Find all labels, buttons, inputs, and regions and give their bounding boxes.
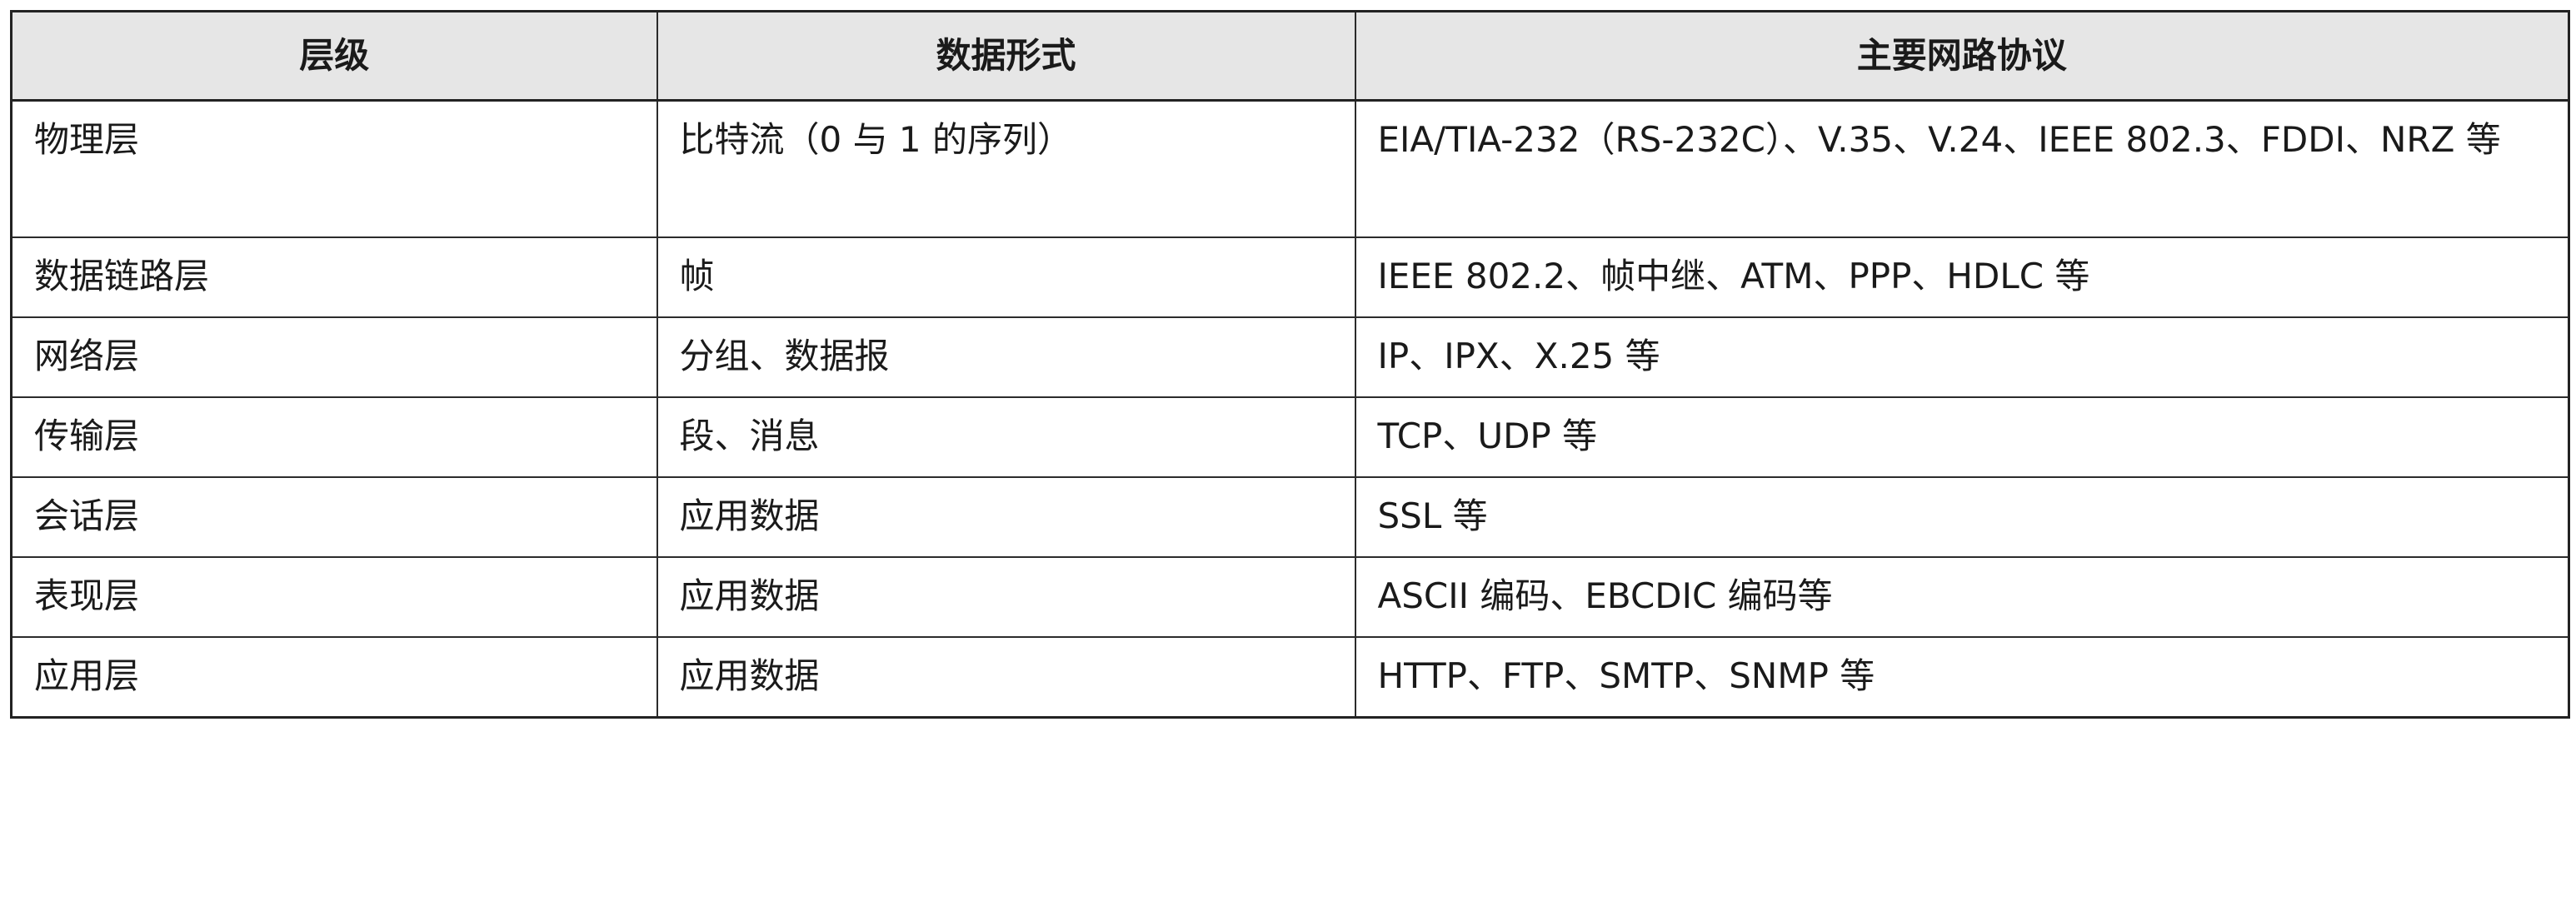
cell-protocols: IP、IPX、X.25 等 bbox=[1354, 316, 2570, 398]
cell-layer: 数据链路层 bbox=[10, 236, 658, 318]
osi-layer-table-container: 层级 数据形式 主要网路协议 物理层 比特流（0 与 1 的序列） EIA/TI… bbox=[10, 10, 2570, 719]
header-row: 层级 数据形式 主要网路协议 bbox=[10, 10, 2570, 102]
protocols-text: IEEE 802.2、帧中继、ATM、PPP、HDLC 等 bbox=[1377, 256, 2090, 296]
data-form-text: 分组、数据报 bbox=[679, 336, 890, 376]
layer-text: 传输层 bbox=[34, 416, 140, 456]
cell-data-form: 比特流（0 与 1 的序列） bbox=[656, 99, 1356, 238]
protocols-text: EIA/TIA-232（RS-232C）、V.35、V.24、IEEE 802.… bbox=[1377, 119, 2501, 160]
osi-layer-table: 层级 数据形式 主要网路协议 物理层 比特流（0 与 1 的序列） EIA/TI… bbox=[10, 10, 2570, 719]
protocols-text: ASCII 编码、EBCDIC 编码等 bbox=[1377, 575, 1833, 616]
data-form-text: 应用数据 bbox=[679, 495, 820, 536]
data-form-text: 段、消息 bbox=[679, 416, 820, 456]
cell-protocols: HTTP、FTP、SMTP、SNMP 等 bbox=[1354, 636, 2570, 719]
table-row: 网络层 分组、数据报 IP、IPX、X.25 等 bbox=[10, 316, 2570, 398]
cell-layer: 传输层 bbox=[10, 396, 658, 478]
cell-data-form: 帧 bbox=[656, 236, 1356, 318]
layer-text: 数据链路层 bbox=[34, 256, 210, 296]
cell-data-form: 应用数据 bbox=[656, 476, 1356, 558]
cell-data-form: 分组、数据报 bbox=[656, 316, 1356, 398]
protocols-text: HTTP、FTP、SMTP、SNMP 等 bbox=[1377, 655, 1875, 696]
table-row: 会话层 应用数据 SSL 等 bbox=[10, 476, 2570, 558]
layer-text: 表现层 bbox=[34, 575, 140, 616]
cell-layer: 应用层 bbox=[10, 636, 658, 719]
table-row: 传输层 段、消息 TCP、UDP 等 bbox=[10, 396, 2570, 478]
header-data-form: 数据形式 bbox=[656, 10, 1356, 102]
layer-text: 应用层 bbox=[34, 655, 140, 696]
cell-protocols: ASCII 编码、EBCDIC 编码等 bbox=[1354, 556, 2570, 638]
table-row: 物理层 比特流（0 与 1 的序列） EIA/TIA-232（RS-232C）、… bbox=[10, 99, 2570, 238]
cell-protocols: IEEE 802.2、帧中继、ATM、PPP、HDLC 等 bbox=[1354, 236, 2570, 318]
data-form-text: 帧 bbox=[679, 256, 715, 296]
header-layer: 层级 bbox=[10, 10, 658, 102]
protocols-text: IP、IPX、X.25 等 bbox=[1377, 336, 1660, 376]
protocols-text: SSL 等 bbox=[1377, 495, 1488, 536]
header-protocols: 主要网路协议 bbox=[1354, 10, 2570, 102]
cell-layer: 表现层 bbox=[10, 556, 658, 638]
table-header: 层级 数据形式 主要网路协议 bbox=[10, 10, 2570, 102]
data-form-text: 比特流（0 与 1 的序列） bbox=[679, 119, 1073, 160]
cell-data-form: 应用数据 bbox=[656, 556, 1356, 638]
table-row: 表现层 应用数据 ASCII 编码、EBCDIC 编码等 bbox=[10, 556, 2570, 638]
cell-protocols: EIA/TIA-232（RS-232C）、V.35、V.24、IEEE 802.… bbox=[1354, 99, 2570, 238]
table-row: 数据链路层 帧 IEEE 802.2、帧中继、ATM、PPP、HDLC 等 bbox=[10, 236, 2570, 318]
cell-protocols: SSL 等 bbox=[1354, 476, 2570, 558]
cell-layer: 会话层 bbox=[10, 476, 658, 558]
data-form-text: 应用数据 bbox=[679, 575, 820, 616]
layer-text: 会话层 bbox=[34, 495, 140, 536]
table-body: 物理层 比特流（0 与 1 的序列） EIA/TIA-232（RS-232C）、… bbox=[10, 99, 2570, 719]
protocols-text: TCP、UDP 等 bbox=[1377, 416, 1598, 456]
layer-text: 网络层 bbox=[34, 336, 140, 376]
cell-data-form: 应用数据 bbox=[656, 636, 1356, 719]
data-form-text: 应用数据 bbox=[679, 655, 820, 696]
layer-text: 物理层 bbox=[34, 119, 140, 160]
table-row: 应用层 应用数据 HTTP、FTP、SMTP、SNMP 等 bbox=[10, 636, 2570, 719]
cell-protocols: TCP、UDP 等 bbox=[1354, 396, 2570, 478]
cell-data-form: 段、消息 bbox=[656, 396, 1356, 478]
cell-layer: 物理层 bbox=[10, 99, 658, 238]
cell-layer: 网络层 bbox=[10, 316, 658, 398]
